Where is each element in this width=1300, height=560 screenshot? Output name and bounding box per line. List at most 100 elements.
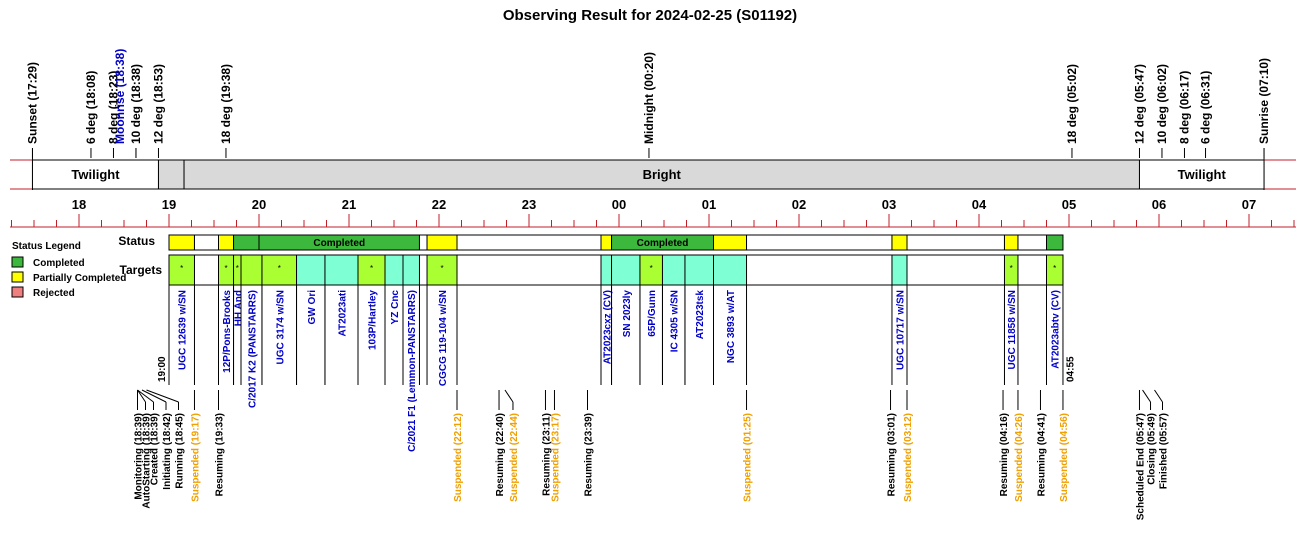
target-name: UGC 10717 w/SN bbox=[895, 290, 906, 370]
event-label: Scheduled End (05:47) bbox=[1135, 413, 1146, 520]
target-name: IC 4305 w/SN bbox=[670, 290, 681, 352]
hour-label: 07 bbox=[1242, 197, 1256, 212]
event-label: Suspended (04:26) bbox=[1014, 413, 1025, 502]
target-star-icon: * bbox=[224, 264, 227, 273]
status-segment bbox=[906, 234, 1005, 251]
hour-label: 20 bbox=[252, 197, 266, 212]
status-segment bbox=[1017, 234, 1047, 251]
target-name: YZ Cnc bbox=[390, 290, 401, 325]
target-name: UGC 12639 w/SN bbox=[178, 290, 189, 370]
event-label: Created (18:39) bbox=[150, 413, 161, 485]
legend-swatch bbox=[11, 271, 24, 283]
hour-label: 23 bbox=[522, 197, 536, 212]
event-leader bbox=[504, 389, 514, 403]
event-label: Resuming (19:33) bbox=[215, 413, 226, 496]
target-name: SN 2023ly bbox=[622, 290, 633, 338]
target-name: UGC 3174 w/SN bbox=[275, 290, 286, 364]
event-label: Finished (05:57) bbox=[1159, 413, 1170, 489]
hour-label: 05 bbox=[1062, 197, 1076, 212]
event-label: Suspended (04:56) bbox=[1059, 413, 1070, 502]
target-block bbox=[324, 254, 359, 286]
targets-row-label: Targets bbox=[120, 263, 163, 277]
target-block bbox=[296, 254, 326, 286]
event-leader bbox=[1154, 389, 1163, 403]
target-block bbox=[891, 254, 908, 286]
event-label: Resuming (23:39) bbox=[584, 413, 595, 496]
status-segment bbox=[233, 234, 260, 251]
status-segment bbox=[456, 234, 602, 251]
hour-label: 06 bbox=[1152, 197, 1166, 212]
status-legend: Status Legend Completed Partially Complete… bbox=[11, 241, 126, 299]
target-name: AT2023tsk bbox=[695, 290, 706, 340]
legend-title: Status Legend bbox=[12, 241, 81, 252]
event-label: Suspended (22:12) bbox=[453, 413, 464, 502]
target-block bbox=[240, 254, 263, 286]
status-segment bbox=[1046, 234, 1064, 251]
sky-event-label: Moonrise (18:38) bbox=[113, 49, 127, 144]
window-time-label: 19:00 bbox=[157, 356, 168, 382]
sky-event-label: 10 deg (18:38) bbox=[129, 64, 143, 144]
status-segment bbox=[218, 234, 235, 251]
sky-band-label: Bright bbox=[643, 167, 682, 182]
sky-event-label: Midnight (00:20) bbox=[642, 52, 656, 144]
event-label: Resuming (04:16) bbox=[999, 413, 1010, 496]
target-block bbox=[684, 254, 714, 286]
target-star-icon: * bbox=[440, 264, 443, 273]
target-star-icon: * bbox=[1010, 264, 1013, 273]
target-name: 12P/Pons-Brooks bbox=[222, 290, 233, 373]
status-segment-label: Completed bbox=[313, 238, 365, 249]
event-label: Suspended (03:12) bbox=[903, 413, 914, 502]
chart-title: Observing Result for 2024-02-25 (S01192) bbox=[503, 7, 797, 24]
event-leader bbox=[1142, 389, 1151, 403]
event-label: Closing (05:49) bbox=[1147, 413, 1158, 485]
target-name: C/2021 F1 (Lemmon-PANSTARRS) bbox=[407, 290, 418, 452]
sky-event-label: 6 deg (06:31) bbox=[1199, 71, 1213, 144]
status-segment bbox=[713, 234, 748, 251]
window-time-label: 04:55 bbox=[1066, 356, 1077, 382]
event-leader bbox=[137, 389, 146, 403]
observing-timeline-chart: Observing Result for 2024-02-25 (S01192)… bbox=[10, 7, 1296, 520]
status-row-label: Status bbox=[118, 234, 155, 248]
target-block bbox=[661, 254, 686, 286]
hour-label: 21 bbox=[342, 197, 356, 212]
sky-band-label: Twilight bbox=[71, 167, 120, 182]
status-segment bbox=[418, 234, 428, 251]
hour-label: 19 bbox=[162, 197, 176, 212]
status-segment-label: Completed bbox=[637, 238, 689, 249]
target-star-icon: * bbox=[180, 264, 183, 273]
target-block bbox=[402, 254, 420, 286]
sky-event-label: 6 deg (18:08) bbox=[84, 71, 98, 144]
status-segment bbox=[426, 234, 458, 251]
hour-label: 18 bbox=[72, 197, 86, 212]
event-label: Resuming (04:41) bbox=[1036, 413, 1047, 496]
event-label: Initiating (18:42) bbox=[162, 413, 173, 490]
sky-event-label: Sunrise (07:10) bbox=[1257, 58, 1271, 144]
target-name: GW Ori bbox=[307, 290, 318, 325]
hour-label: 03 bbox=[882, 197, 896, 212]
target-star-icon: * bbox=[236, 264, 239, 273]
legend-label: Completed bbox=[33, 258, 85, 269]
hour-axis-layer: 18 19 20 21 22 23 00 01 02 03 04 05 06 07 bbox=[10, 197, 1296, 228]
events-layer: Monitoring (18:39)AutoStarting (18:39)Cr… bbox=[134, 389, 1170, 520]
target-name: 103P/Hartley bbox=[368, 290, 379, 350]
target-name: CGCG 119-104 w/SN bbox=[438, 290, 449, 386]
target-name: C/2017 K2 (PANSTARRS) bbox=[247, 290, 258, 408]
event-label: Suspended (23:17) bbox=[550, 413, 561, 502]
event-label: Running (18:45) bbox=[175, 413, 186, 489]
target-block bbox=[600, 254, 613, 286]
sky-event-label: 18 deg (05:02) bbox=[1065, 64, 1079, 144]
event-label: Resuming (22:40) bbox=[495, 413, 506, 496]
sky-bands-layer: Twilight Bright Twilight bbox=[10, 159, 1296, 190]
event-label: Suspended (19:17) bbox=[190, 413, 201, 502]
sky-event-label: 10 deg (06:02) bbox=[1155, 64, 1169, 144]
legend-label: Rejected bbox=[33, 288, 75, 299]
sky-event-label: 12 deg (18:53) bbox=[151, 64, 165, 144]
event-label: Suspended (01:25) bbox=[743, 413, 754, 502]
hour-label: 22 bbox=[432, 197, 446, 212]
sky-band-label: Twilight bbox=[1178, 167, 1227, 182]
legend-swatch bbox=[11, 286, 24, 298]
hour-label: 04 bbox=[972, 197, 987, 212]
sky-event-label: 18 deg (19:38) bbox=[219, 64, 233, 144]
target-name: UGC 11858 w/SN bbox=[1007, 290, 1018, 369]
target-name: HH And bbox=[233, 290, 244, 326]
